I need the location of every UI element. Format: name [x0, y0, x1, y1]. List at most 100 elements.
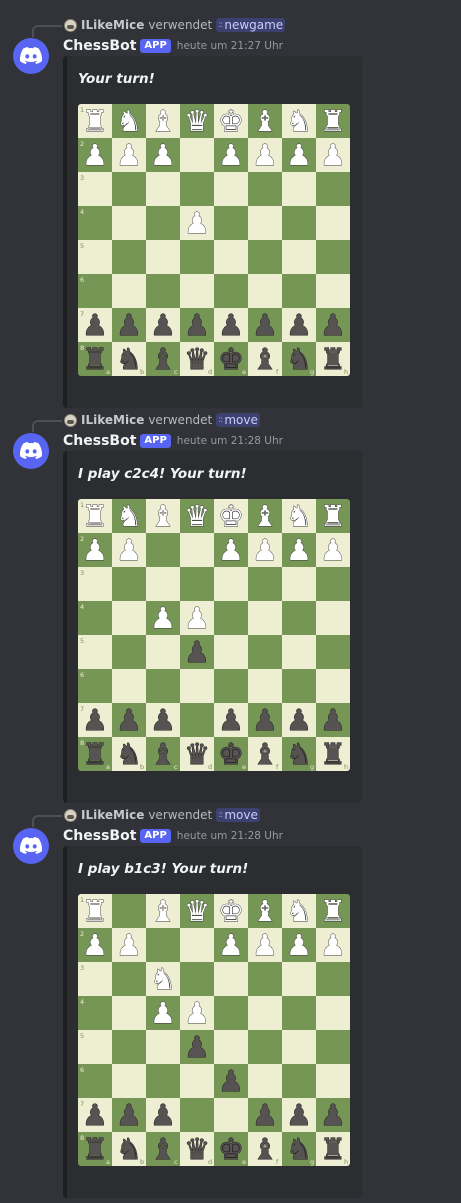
user-avatar-icon[interactable]	[64, 808, 77, 822]
reply-context[interactable]: ILikeMice verwendet :: move	[64, 411, 260, 429]
square-h4	[316, 206, 350, 240]
reply-context[interactable]: ILikeMice verwendet :: newgame	[64, 16, 286, 34]
white-pawn-icon: ♟	[116, 533, 142, 567]
square-c5	[146, 240, 180, 274]
white-knight-icon: ♞	[150, 962, 176, 996]
white-queen-icon: ♛	[184, 104, 210, 138]
square-d6	[180, 669, 214, 703]
reply-context[interactable]: ILikeMice verwendet :: move	[64, 806, 260, 824]
discord-logo-icon	[20, 837, 42, 854]
chess-board: ♜ ♝ ♛ ♚ ♝ ♞ ♜1♟ ♟ ♟ ♟ ♟ ♟2♞3♟ ♟4♟5♟6♟ ♟ ♟ ♟ ♟ ♟7♜ ♞ ♝ ♛ ♚ ♝ ♞ ♜8…	[78, 894, 350, 1166]
slash-command[interactable]: :: newgame	[216, 18, 286, 32]
reply-connector	[32, 25, 62, 37]
black-king-icon: ♚	[218, 342, 244, 376]
square-b4	[112, 601, 146, 635]
bot-avatar[interactable]	[13, 38, 49, 74]
black-bishop-icon: ♝	[252, 1132, 278, 1166]
command-name: newgame	[224, 18, 284, 32]
square-e4	[214, 206, 248, 240]
white-pawn-icon: ♟	[184, 601, 210, 635]
square-b3	[112, 567, 146, 601]
black-knight-icon: ♞	[116, 1132, 142, 1166]
square-e3	[214, 962, 248, 996]
user-avatar-icon[interactable]	[64, 18, 77, 32]
square-c6	[146, 274, 180, 308]
black-pawn-icon: ♟	[150, 308, 176, 342]
square-g3	[282, 172, 316, 206]
square-h3	[316, 567, 350, 601]
square-g3	[282, 567, 316, 601]
square-b3	[112, 172, 146, 206]
white-pawn-icon: ♟	[320, 138, 346, 172]
app-badge: APP	[140, 39, 171, 53]
rank-label: 3	[80, 174, 84, 182]
square-g4	[282, 601, 316, 635]
slash-command[interactable]: :: move	[216, 808, 260, 822]
square-f3	[248, 962, 282, 996]
author-name[interactable]: ChessBot	[63, 828, 136, 844]
white-pawn-icon: ♟	[184, 206, 210, 240]
black-pawn-icon: ♟	[252, 1098, 278, 1132]
white-queen-icon: ♛	[184, 499, 210, 533]
black-knight-icon: ♞	[286, 1132, 312, 1166]
black-pawn-icon: ♟	[184, 1030, 210, 1064]
author-name[interactable]: ChessBot	[63, 38, 136, 54]
black-pawn-icon: ♟	[150, 703, 176, 737]
black-pawn-icon: ♟	[320, 308, 346, 342]
square-h6	[316, 274, 350, 308]
bot-avatar[interactable]	[13, 433, 49, 469]
square-d6	[180, 1064, 214, 1098]
user-avatar-icon[interactable]	[64, 413, 77, 427]
white-knight-icon: ♞	[286, 499, 312, 533]
white-pawn-icon: ♟	[286, 533, 312, 567]
square-c6	[146, 669, 180, 703]
white-knight-icon: ♞	[116, 104, 142, 138]
black-pawn-icon: ♟	[150, 1098, 176, 1132]
reply-connector	[32, 815, 62, 827]
square-h5	[316, 240, 350, 274]
reply-username[interactable]: ILikeMice	[81, 413, 144, 427]
reply-username[interactable]: ILikeMice	[81, 808, 144, 822]
embed-description: I play b1c3! Your turn!	[78, 861, 249, 877]
bot-avatar[interactable]	[13, 828, 49, 864]
square-e7	[214, 1098, 248, 1132]
chess-board-image[interactable]: ♜ ♞ ♝ ♛ ♚ ♝ ♞ ♜ 1 ♟ ♟ ♟ ♟ ♟ ♟ 2 3 ♟ ♟ 4 ♟ 5 6 ♟ ♟ ♟ ♟ ♟ ♟ ♟ 7 ♜ ♞ ♝ ♛ ♚ ♝ ♞ ♜ 8…	[78, 499, 350, 771]
black-bishop-icon: ♝	[252, 737, 278, 771]
rank-label: 7	[80, 705, 84, 713]
square-c4	[146, 206, 180, 240]
black-pawn-icon: ♟	[320, 1098, 346, 1132]
black-pawn-icon: ♟	[116, 1098, 142, 1132]
black-pawn-icon: ♟	[116, 703, 142, 737]
square-e4	[214, 996, 248, 1030]
rank-label: 2	[80, 930, 84, 938]
black-bishop-icon: ♝	[150, 1132, 176, 1166]
file-label: d	[208, 1158, 212, 1166]
square-f5	[248, 1030, 282, 1064]
white-knight-icon: ♞	[286, 104, 312, 138]
timestamp[interactable]: heute um 21:28 Uhr	[177, 435, 283, 447]
square-c3	[146, 567, 180, 601]
square-c3	[146, 172, 180, 206]
chess-board-image[interactable]: ♜ ♞ ♝ ♛ ♚ ♝ ♞ ♜ 1 ♟ ♟ ♟ ♟ ♟ ♟ ♟ 2 3 ♟ 4 5 6 ♟ ♟ ♟ ♟ ♟ ♟ ♟ ♟ 7 ♜ ♞ ♝ ♛ ♚ ♝ ♞ ♜ 8…	[78, 104, 350, 376]
chess-board: ♜ ♞ ♝ ♛ ♚ ♝ ♞ ♜1♟ ♟ ♟ ♟ ♟ ♟ ♟23♟456♟ ♟ ♟ ♟ ♟ ♟ ♟ ♟7♜ ♞ ♝ ♛ ♚ ♝ ♞ ♜8…	[78, 104, 350, 376]
black-pawn-icon: ♟	[82, 308, 108, 342]
black-rook-icon: ♜	[320, 1132, 346, 1166]
timestamp[interactable]: heute um 21:27 Uhr	[177, 40, 283, 52]
embed: I play b1c3! Your turn! ♜ ♝ ♛ ♚ ♝ ♞ ♜ 1 ♟ ♟ ♟ ♟ ♟ ♟ 2 ♞…	[63, 846, 362, 1198]
file-label: h	[344, 763, 348, 771]
white-rook-icon: ♜	[82, 104, 108, 138]
author-name[interactable]: ChessBot	[63, 433, 136, 449]
square-f6	[248, 1064, 282, 1098]
square-e6	[214, 274, 248, 308]
reply-username[interactable]: ILikeMice	[81, 18, 144, 32]
black-rook-icon: ♜	[320, 737, 346, 771]
timestamp[interactable]: heute um 21:28 Uhr	[177, 830, 283, 842]
embed: Your turn! ♜ ♞ ♝ ♛ ♚ ♝ ♞ ♜ 1 ♟ ♟ ♟ ♟ ♟ ♟ ♟ 2 3 ♟ 4 5 6 ♟ ♟ ♟ ♟ ♟ ♟ ♟…	[63, 56, 362, 408]
square-c5	[146, 635, 180, 669]
square-e4	[214, 601, 248, 635]
white-bishop-icon: ♝	[252, 104, 278, 138]
slash-command[interactable]: :: move	[216, 413, 260, 427]
white-knight-icon: ♞	[286, 894, 312, 928]
white-king-icon: ♚	[218, 894, 244, 928]
chess-board-image[interactable]: ♜ ♝ ♛ ♚ ♝ ♞ ♜ 1 ♟ ♟ ♟ ♟ ♟ ♟ 2 ♞ 3 ♟ ♟ 4 ♟ 5 ♟ 6 ♟ ♟ ♟ ♟ ♟ ♟ 7 ♜ ♞ ♝ ♛ ♚ ♝ ♞ ♜ 8…	[78, 894, 350, 1166]
